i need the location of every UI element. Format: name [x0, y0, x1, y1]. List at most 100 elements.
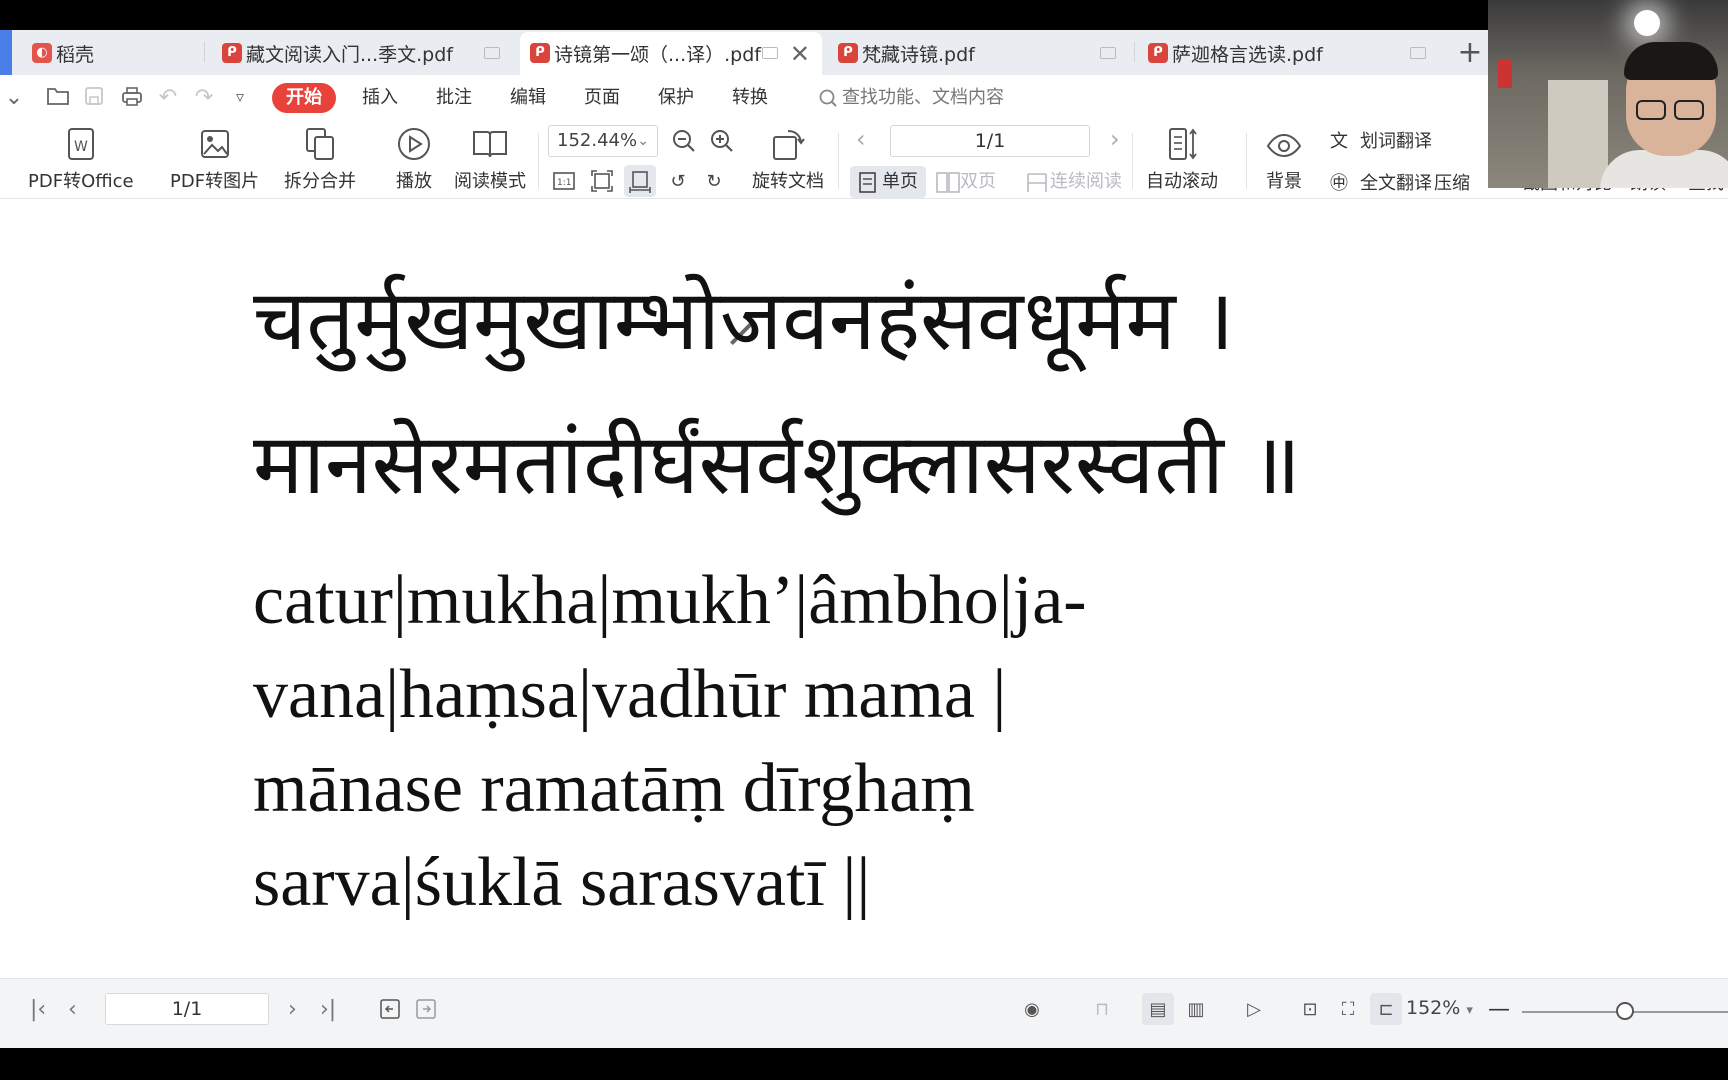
- back-icon[interactable]: [374, 993, 406, 1025]
- screen-icon[interactable]: [1100, 47, 1116, 59]
- menu-insert[interactable]: 插入: [348, 83, 412, 113]
- single-page-button[interactable]: 单页: [850, 166, 926, 198]
- glasses-lens: [1674, 100, 1704, 120]
- double-page-button[interactable]: 双页: [928, 166, 1004, 198]
- menu-start[interactable]: 开始: [272, 83, 336, 113]
- tab-document[interactable]: ᑭ 萨迦格言选读.pdf: [1138, 32, 1440, 75]
- split-merge-button[interactable]: 拆分合并: [284, 125, 356, 193]
- word-translate-button[interactable]: 文 划词翻译: [1330, 127, 1432, 153]
- tab-document-active[interactable]: ᑭ 诗镜第一颂（...译）.pdf ✕: [520, 32, 822, 75]
- next-page-icon[interactable]: ›: [1110, 125, 1120, 153]
- menu-protect[interactable]: 保护: [644, 83, 708, 113]
- actual-size-icon[interactable]: 1:1: [548, 165, 580, 197]
- previous-page-icon[interactable]: ‹: [856, 125, 866, 153]
- open-folder-icon[interactable]: [44, 85, 72, 113]
- background-button[interactable]: 背景: [1262, 125, 1306, 193]
- eye-protect-icon[interactable]: ◉: [1016, 993, 1048, 1025]
- pdf-to-image-button[interactable]: PDF转图片: [170, 125, 259, 193]
- screen-icon[interactable]: [762, 47, 778, 59]
- menu-convert[interactable]: 转换: [718, 83, 782, 113]
- feature-search[interactable]: 查找功能、文档内容: [818, 83, 1004, 113]
- screen-icon[interactable]: [1410, 47, 1426, 59]
- redo-icon[interactable]: ↷: [190, 85, 218, 110]
- menu-row: ⌄ ↶ ↷ ▿ 开始 插入 批注 编辑 页面 保护 转换 查找功能、文档内容: [0, 75, 1728, 119]
- continuous-icon[interactable]: ⊓: [1086, 993, 1118, 1025]
- rotate-right-icon[interactable]: ↻: [698, 165, 730, 197]
- tool-label: 播放: [396, 171, 432, 192]
- webcam-overlay: [1488, 0, 1728, 188]
- tab-document[interactable]: ᑭ 梵藏诗镜.pdf: [828, 32, 1130, 75]
- new-tab-button[interactable]: +: [1452, 36, 1488, 72]
- tab-bar: ◐ 稻壳 ᑭ 藏文阅读入门...季文.pdf ᑭ 诗镜第一颂（...译）.pdf…: [0, 30, 1728, 75]
- single-page-icon[interactable]: ▤: [1142, 993, 1174, 1025]
- zoom-select[interactable]: 152.44% ⌄: [548, 125, 658, 157]
- tab-label: 梵藏诗镜.pdf: [862, 44, 975, 66]
- full-translate-button[interactable]: ㊥ 全文翻译: [1330, 169, 1432, 195]
- tool-label: 划词翻译: [1360, 131, 1432, 152]
- window-edge: [0, 30, 12, 75]
- zoom-in-icon[interactable]: [706, 125, 738, 157]
- book-icon: [468, 125, 512, 163]
- tool-label: 背景: [1266, 171, 1302, 192]
- status-zoom-select[interactable]: 152% ▾: [1406, 997, 1473, 1019]
- pdf-file-icon: ᑭ: [530, 43, 550, 63]
- status-page-input[interactable]: 1/1: [105, 993, 269, 1025]
- forward-icon[interactable]: [410, 993, 442, 1025]
- page-number-input[interactable]: 1/1: [890, 125, 1090, 157]
- devanagari-verse-line-1: चतुर्मुखमुखाम्भोजवनहंसवधूर्मम ।: [253, 271, 1235, 369]
- chevron-down-icon: ▾: [1466, 1003, 1473, 1018]
- menu-page[interactable]: 页面: [570, 83, 634, 113]
- menu-annotate[interactable]: 批注: [422, 83, 486, 113]
- search-placeholder: 查找功能、文档内容: [842, 87, 1004, 108]
- last-page-icon[interactable]: ›|: [320, 997, 336, 1022]
- fit-page-icon[interactable]: ⛶: [1332, 993, 1364, 1025]
- tab-home[interactable]: ◐ 稻壳: [22, 32, 202, 75]
- play-button[interactable]: 播放: [392, 125, 436, 193]
- save-icon[interactable]: [80, 85, 108, 113]
- auto-scroll-button[interactable]: 自动滚动: [1146, 125, 1218, 193]
- next-page-icon[interactable]: ›: [288, 997, 297, 1022]
- zoom-slider-knob[interactable]: [1616, 1002, 1634, 1020]
- tool-label: 拆分合并: [284, 171, 356, 192]
- close-tab-icon[interactable]: ✕: [790, 40, 810, 68]
- view-label: 连续阅读: [1050, 171, 1122, 192]
- double-page-icon[interactable]: ▥: [1180, 993, 1212, 1025]
- fit-page-icon[interactable]: [586, 165, 618, 197]
- play-icon[interactable]: ▷: [1238, 993, 1270, 1025]
- split-merge-icon: [298, 125, 342, 163]
- previous-page-icon[interactable]: ‹: [68, 997, 77, 1022]
- pdf-to-office-button[interactable]: W PDF转Office: [28, 125, 134, 193]
- status-bar: |‹ ‹ 1/1 › ›| ◉ ⊓ ▤ ▥ ▷ ⊡ ⛶ ⊏ 152% ▾ —: [0, 978, 1728, 1048]
- toolbar-separator: [538, 133, 539, 189]
- menu-edit[interactable]: 编辑: [496, 83, 560, 113]
- glasses-lens: [1636, 100, 1666, 120]
- document-view[interactable]: चतुर्मुखमुखाम्भोजवनहंसवधूर्मम । मानसेरमत…: [0, 200, 1728, 978]
- tab-label: 诗镜第一颂（...译）.pdf: [554, 44, 761, 66]
- ceiling-light: [1634, 10, 1660, 36]
- tool-label: 压缩: [1434, 173, 1470, 194]
- compress-button[interactable]: 压缩: [1434, 169, 1470, 195]
- actual-size-icon[interactable]: ⊡: [1294, 993, 1326, 1025]
- screen-icon[interactable]: [484, 47, 500, 59]
- collapse-chevron-icon[interactable]: ⌄: [0, 85, 28, 110]
- zoom-out-icon[interactable]: [668, 125, 700, 157]
- tab-document[interactable]: ᑭ 藏文阅读入门...季文.pdf: [212, 32, 514, 75]
- first-page-icon[interactable]: |‹: [30, 997, 46, 1022]
- tool-label: 阅读模式: [454, 171, 526, 192]
- rotate-left-icon[interactable]: ↺: [662, 165, 694, 197]
- toolbar-separator: [838, 133, 839, 189]
- transliteration-line-2: vana|haṃsa|vadhūr mama |: [253, 656, 1007, 733]
- fit-width-icon[interactable]: ⊏: [1370, 993, 1402, 1025]
- view-label: 单页: [882, 171, 918, 192]
- print-icon[interactable]: [118, 85, 146, 113]
- fit-width-icon[interactable]: [624, 165, 656, 197]
- customize-dropdown-icon[interactable]: ▿: [226, 87, 254, 106]
- read-mode-button[interactable]: 阅读模式: [454, 125, 526, 193]
- continuous-read-button[interactable]: 连续阅读: [1018, 166, 1130, 198]
- rotate-document-button[interactable]: 旋转文档: [752, 125, 824, 193]
- undo-icon[interactable]: ↶: [154, 85, 182, 110]
- zoom-slider[interactable]: [1522, 1002, 1728, 1020]
- image-icon: [193, 125, 237, 163]
- zoom-out-icon[interactable]: —: [1488, 997, 1510, 1022]
- tool-label: PDF转图片: [170, 171, 260, 192]
